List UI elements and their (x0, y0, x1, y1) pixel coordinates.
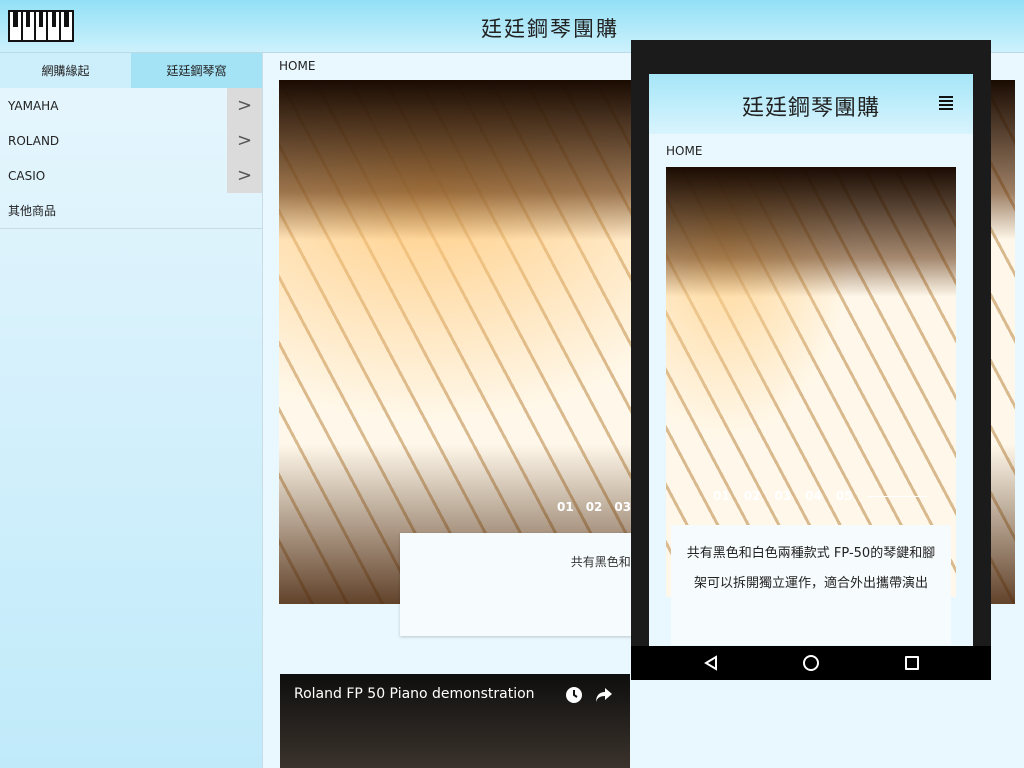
sidebar-item-other[interactable]: 其他商品 (0, 193, 262, 228)
slider-pagination: 01 02 03 (557, 500, 631, 514)
slider-dot[interactable]: 04 (805, 489, 822, 503)
sidebar-tabs: 網購緣起 廷廷鋼琴窩 (0, 53, 262, 88)
sidebar-item-label: CASIO (8, 168, 46, 183)
phone-header: 廷廷鋼琴團購 (649, 74, 973, 134)
video-title[interactable]: Roland FP 50 Piano demonstration (294, 686, 535, 702)
tab-piano-nest[interactable]: 廷廷鋼琴窩 (131, 53, 262, 88)
sidebar-item-label: 其他商品 (8, 204, 57, 218)
phone-slider-pagination: 01 02 03 04 05 (713, 489, 927, 503)
breadcrumb[interactable]: HOME (279, 59, 315, 73)
slider-dot[interactable]: 01 (557, 500, 574, 514)
slider-dot[interactable]: 03 (774, 489, 791, 503)
share-icon[interactable] (593, 684, 615, 706)
android-nav-bar (631, 646, 991, 680)
phone-screen: 廷廷鋼琴團購 HOME 01 02 03 04 05 共有黑色和白色兩種款式 F… (649, 74, 973, 646)
chevron-right-icon[interactable]: > (227, 158, 262, 193)
sidebar-item-casio[interactable]: CASIO > (0, 158, 262, 193)
chevron-right-icon[interactable]: > (227, 123, 262, 158)
sidebar: 網購緣起 廷廷鋼琴窩 YAMAHA > ROLAND > CASIO > 其他商… (0, 53, 263, 768)
video-embed[interactable]: Roland FP 50 Piano demonstration (280, 674, 630, 768)
sidebar-item-yamaha[interactable]: YAMAHA > (0, 88, 262, 123)
sidebar-item-label: YAMAHA (8, 98, 59, 113)
slider-progress-line (866, 495, 927, 497)
tab-origin[interactable]: 網購緣起 (0, 53, 131, 88)
sidebar-item-label: ROLAND (8, 133, 60, 148)
home-icon[interactable] (803, 655, 819, 671)
recent-apps-icon[interactable] (905, 656, 919, 670)
chevron-right-icon[interactable]: > (227, 88, 262, 123)
sidebar-item-roland[interactable]: ROLAND > (0, 123, 262, 158)
slider-dot[interactable]: 01 (713, 489, 730, 503)
phone-preview: 廷廷鋼琴團購 HOME 01 02 03 04 05 共有黑色和白色兩種款式 F… (631, 40, 991, 680)
phone-slide-caption: 共有黑色和白色兩種款式 FP-50的琴鍵和腳架可以拆開獨立運作，適合外出攜帶演出 (671, 525, 951, 645)
slider-dot[interactable]: 03 (614, 500, 631, 514)
site-title: 廷廷鋼琴團購 (481, 17, 619, 41)
slider-dot[interactable]: 02 (744, 489, 761, 503)
watch-later-icon[interactable] (563, 684, 585, 706)
sidebar-list: YAMAHA > ROLAND > CASIO > 其他商品 (0, 88, 262, 229)
phone-breadcrumb[interactable]: HOME (666, 144, 702, 158)
slider-dot[interactable]: 05 (836, 489, 853, 503)
slider-dot[interactable]: 02 (586, 500, 603, 514)
phone-site-title: 廷廷鋼琴團購 (741, 96, 880, 121)
back-icon[interactable] (702, 654, 720, 672)
hamburger-menu-icon[interactable] (939, 96, 953, 110)
